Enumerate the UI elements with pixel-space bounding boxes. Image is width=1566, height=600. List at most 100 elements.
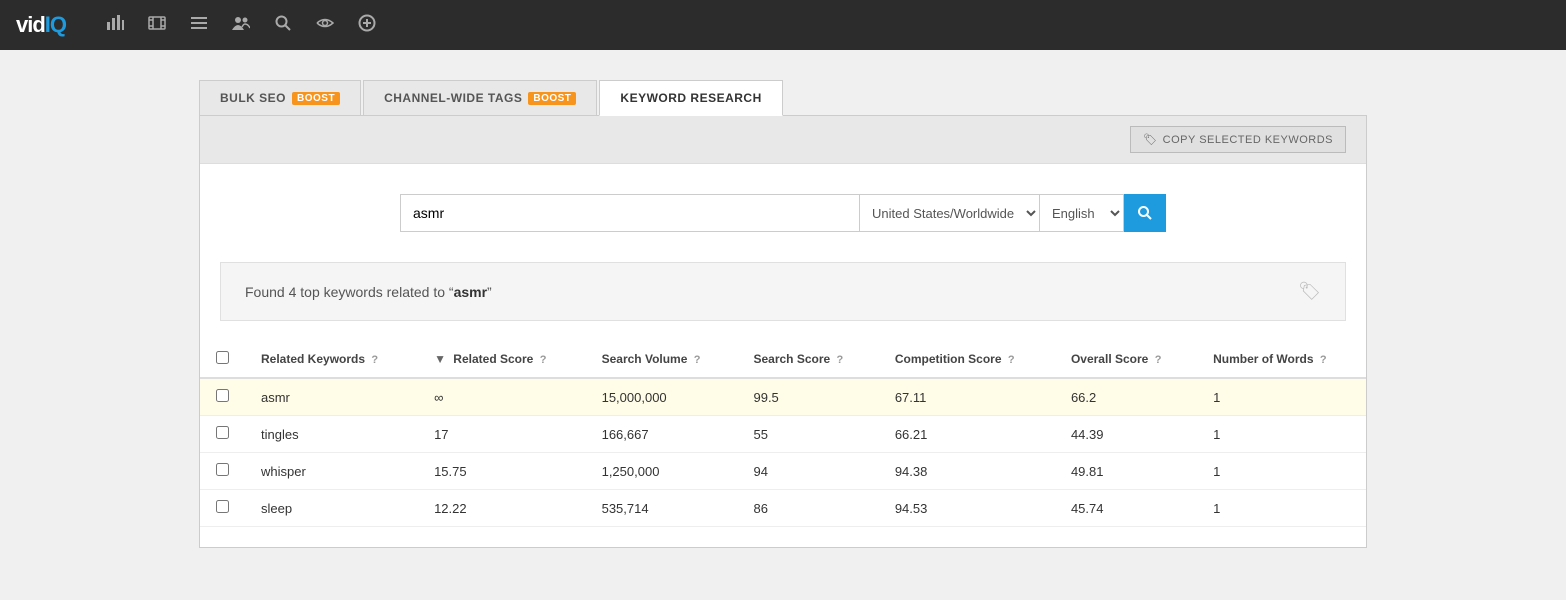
th-search-volume: Search Volume ? [586, 341, 738, 378]
th-num-words: Number of Words ? [1197, 341, 1366, 378]
th-search-score: Search Score ? [737, 341, 878, 378]
row-competition-score-0: 67.11 [879, 378, 1055, 416]
main-content: BULK SEO BOOST CHANNEL-WIDE TAGS BOOST K… [183, 80, 1383, 548]
tag-icon: 🏷 [1298, 281, 1321, 302]
row-num-words-3: 1 [1197, 490, 1366, 527]
th-related-score-help-icon: ? [540, 354, 547, 366]
plus-icon[interactable] [358, 14, 376, 37]
row-checkbox-3[interactable] [216, 500, 229, 513]
nav-icons [106, 14, 376, 37]
logo[interactable]: vidIQ [16, 12, 66, 38]
tab-bulk-seo-badge: BOOST [292, 92, 340, 105]
row-competition-score-2: 94.38 [879, 453, 1055, 490]
row-keyword-2: whisper [245, 453, 418, 490]
tab-keyword-research-label: KEYWORD RESEARCH [620, 91, 761, 105]
location-select[interactable]: United States/Worldwide Global United St… [860, 194, 1040, 232]
row-search-score-2: 94 [737, 453, 878, 490]
logo-iq: IQ [45, 12, 66, 37]
row-keyword-1: tingles [245, 416, 418, 453]
th-select-all [200, 341, 245, 378]
row-checkbox-cell [200, 453, 245, 490]
search-button-icon [1137, 205, 1153, 221]
row-search-volume-1: 166,667 [586, 416, 738, 453]
row-checkbox-2[interactable] [216, 463, 229, 476]
row-overall-score-1: 44.39 [1055, 416, 1197, 453]
tab-channel-wide-tags-label: CHANNEL-WIDE TAGS [384, 91, 522, 105]
copy-selected-keywords-button[interactable]: 🏷 COPY SELECTED KEYWORDS [1130, 126, 1346, 153]
search-area: United States/Worldwide Global United St… [200, 164, 1366, 262]
search-nav-icon[interactable] [274, 14, 292, 37]
sort-arrow-icon: ▼ [434, 352, 446, 366]
search-input[interactable] [400, 194, 860, 232]
table-row: tingles 17 166,667 55 66.21 44.39 1 [200, 416, 1366, 453]
main-panel: 🏷 COPY SELECTED KEYWORDS United States/W… [199, 116, 1367, 548]
tab-keyword-research[interactable]: KEYWORD RESEARCH [599, 80, 782, 116]
row-related-score-0: ∞ [418, 378, 586, 416]
row-overall-score-3: 45.74 [1055, 490, 1197, 527]
group-icon[interactable] [232, 14, 250, 37]
row-checkbox-cell [200, 378, 245, 416]
bar-chart-icon[interactable] [106, 14, 124, 37]
row-related-score-2: 15.75 [418, 453, 586, 490]
select-all-checkbox[interactable] [216, 351, 229, 364]
results-text: Found 4 top keywords related to “asmr” [245, 284, 492, 300]
th-overall-score-help-icon: ? [1155, 354, 1162, 366]
row-related-score-1: 17 [418, 416, 586, 453]
eye-icon[interactable] [316, 14, 334, 37]
row-checkbox-1[interactable] [216, 426, 229, 439]
tab-channel-wide-tags[interactable]: CHANNEL-WIDE TAGS BOOST [363, 80, 597, 115]
th-search-score-help-icon: ? [837, 354, 844, 366]
th-num-words-help-icon: ? [1320, 354, 1327, 366]
results-banner: Found 4 top keywords related to “asmr” 🏷 [220, 262, 1346, 321]
row-search-score-0: 99.5 [737, 378, 878, 416]
film-icon[interactable] [148, 14, 166, 37]
tab-bulk-seo-label: BULK SEO [220, 91, 286, 105]
row-competition-score-1: 66.21 [879, 416, 1055, 453]
th-search-volume-help-icon: ? [694, 354, 701, 366]
tab-bulk-seo[interactable]: BULK SEO BOOST [199, 80, 361, 115]
keyword-table: Related Keywords ? ▼ Related Score ? Sea… [200, 341, 1366, 527]
row-competition-score-3: 94.53 [879, 490, 1055, 527]
row-search-score-1: 55 [737, 416, 878, 453]
row-overall-score-2: 49.81 [1055, 453, 1197, 490]
results-keyword: asmr [454, 284, 487, 300]
th-search-score-label: Search Score [753, 352, 830, 366]
table-header-row: Related Keywords ? ▼ Related Score ? Sea… [200, 341, 1366, 378]
row-num-words-0: 1 [1197, 378, 1366, 416]
row-keyword-0: asmr [245, 378, 418, 416]
th-overall-score-label: Overall Score [1071, 352, 1148, 366]
toolbar: 🏷 COPY SELECTED KEYWORDS [200, 116, 1366, 164]
logo-vid: vid [16, 12, 45, 37]
th-competition-score-help-icon: ? [1008, 354, 1015, 366]
tab-channel-wide-tags-badge: BOOST [528, 92, 576, 105]
top-navigation: vidIQ [0, 0, 1566, 50]
th-related-keywords-help-icon: ? [371, 354, 378, 366]
row-num-words-2: 1 [1197, 453, 1366, 490]
list-icon[interactable] [190, 14, 208, 37]
th-competition-score-label: Competition Score [895, 352, 1002, 366]
th-related-score[interactable]: ▼ Related Score ? [418, 341, 586, 378]
copy-icon: 🏷 [1143, 133, 1157, 146]
table-row: whisper 15.75 1,250,000 94 94.38 49.81 1 [200, 453, 1366, 490]
th-search-volume-label: Search Volume [602, 352, 688, 366]
tabs-bar: BULK SEO BOOST CHANNEL-WIDE TAGS BOOST K… [199, 80, 1367, 116]
row-search-score-3: 86 [737, 490, 878, 527]
th-related-score-label: Related Score [453, 352, 533, 366]
language-select[interactable]: English Spanish French [1040, 194, 1124, 232]
row-overall-score-0: 66.2 [1055, 378, 1197, 416]
th-competition-score: Competition Score ? [879, 341, 1055, 378]
row-search-volume-2: 1,250,000 [586, 453, 738, 490]
row-keyword-3: sleep [245, 490, 418, 527]
row-search-volume-3: 535,714 [586, 490, 738, 527]
row-num-words-1: 1 [1197, 416, 1366, 453]
row-related-score-3: 12.22 [418, 490, 586, 527]
copy-btn-label: COPY SELECTED KEYWORDS [1163, 134, 1333, 146]
th-related-keywords: Related Keywords ? [245, 341, 418, 378]
table-row: sleep 12.22 535,714 86 94.53 45.74 1 [200, 490, 1366, 527]
row-search-volume-0: 15,000,000 [586, 378, 738, 416]
row-checkbox-0[interactable] [216, 389, 229, 402]
th-num-words-label: Number of Words [1213, 352, 1313, 366]
row-checkbox-cell [200, 416, 245, 453]
search-button[interactable] [1124, 194, 1166, 232]
row-checkbox-cell [200, 490, 245, 527]
